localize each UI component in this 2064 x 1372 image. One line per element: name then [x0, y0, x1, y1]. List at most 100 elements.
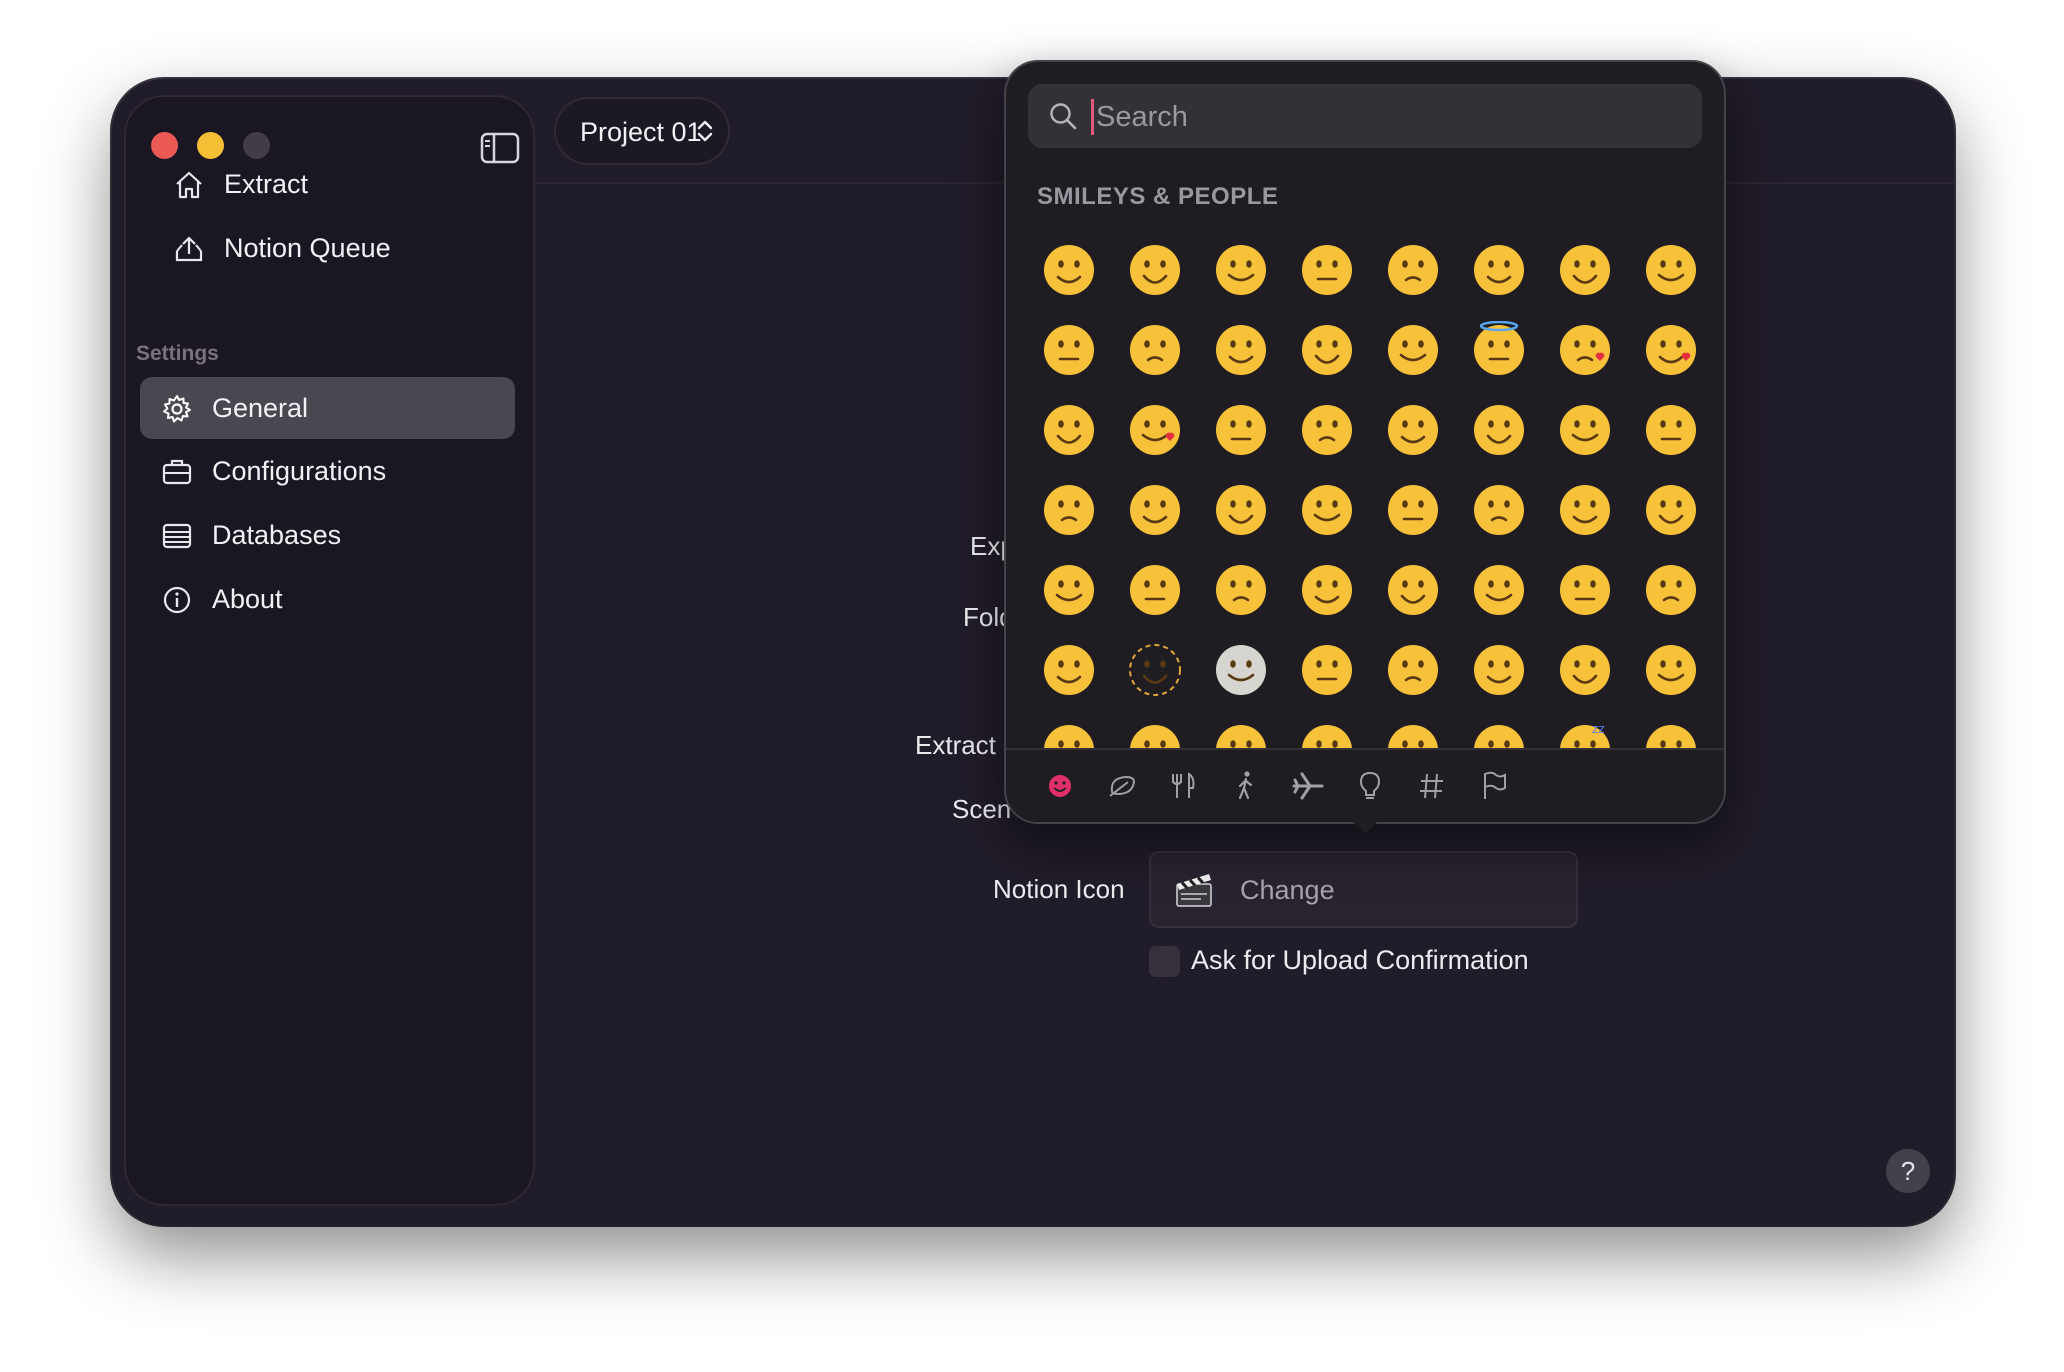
- raised-eyebrow-icon: [1474, 565, 1524, 615]
- emoji-grinning-smiling-eyes[interactable]: [1198, 230, 1284, 310]
- emoji-hand-over-mouth[interactable]: [1542, 470, 1628, 550]
- travel-tab[interactable]: [1290, 768, 1326, 804]
- emoji-rolling-eyes[interactable]: [1456, 630, 1542, 710]
- sidebar-item-configurations[interactable]: Configurations: [140, 440, 515, 502]
- emoji-squinting-face[interactable]: [1370, 230, 1456, 310]
- emoji-saluting-face[interactable]: [1284, 550, 1370, 630]
- zzz-icon: zz: [1592, 722, 1605, 736]
- emoji-expressionless[interactable]: [1628, 550, 1714, 630]
- emoji-grinning-big-eyes[interactable]: [1112, 230, 1198, 310]
- symbols-tab[interactable]: [1414, 768, 1450, 804]
- emoji-slightly-smiling[interactable]: [1026, 310, 1112, 390]
- rolling-eyes-icon: [1474, 645, 1524, 695]
- sidebar-item-notion-queue[interactable]: Notion Queue: [152, 217, 527, 279]
- blowing-kiss-icon: [1130, 405, 1180, 455]
- grinning-sweat-icon: [1474, 245, 1524, 295]
- gear-icon: [163, 395, 191, 423]
- upload-confirmation-checkbox[interactable]: [1149, 946, 1180, 977]
- dotted-line-face-icon: [1129, 644, 1181, 696]
- project-selector-button[interactable]: Project 01: [554, 97, 730, 165]
- slightly-smiling-icon: [1044, 325, 1094, 375]
- emoji-blowing-kiss[interactable]: [1112, 390, 1198, 470]
- smileys-tab[interactable]: [1042, 768, 1078, 804]
- emoji-search-box[interactable]: [1028, 84, 1702, 148]
- symbols-icon: [1420, 773, 1443, 799]
- change-icon-button[interactable]: Change: [1240, 875, 1335, 906]
- emoji-shushing-face[interactable]: [1112, 550, 1198, 630]
- emoji-open-eyes-hand-over-mouth[interactable]: [1628, 470, 1714, 550]
- expressionless-icon: [1646, 565, 1696, 615]
- emoji-no-mouth[interactable]: [1026, 630, 1112, 710]
- emoji-star-struck[interactable]: [1026, 390, 1112, 470]
- emoji-hugging-face[interactable]: [1456, 470, 1542, 550]
- sidebar-item-label: Databases: [212, 520, 342, 550]
- smiling-eyes-icon: [1388, 325, 1438, 375]
- emoji-unamused-face[interactable]: [1370, 630, 1456, 710]
- food-tab[interactable]: [1166, 768, 1202, 804]
- flags-icon: [1484, 771, 1506, 799]
- activity-icon: [1238, 771, 1253, 800]
- sidebar-item-about[interactable]: About: [140, 568, 515, 630]
- rolling-laughing-icon: [1560, 245, 1610, 295]
- emoji-grinning-sweat[interactable]: [1456, 230, 1542, 310]
- emoji-zany-face[interactable]: [1198, 470, 1284, 550]
- emoji-picker-popover: SMILEYS & PEOPLE zz: [1006, 62, 1724, 822]
- zany-face-icon: [1216, 485, 1266, 535]
- emoji-smiling-hearts[interactable]: [1542, 310, 1628, 390]
- emoji-exhaling-face[interactable]: [1628, 630, 1714, 710]
- emoji-search-input[interactable]: [1094, 94, 1688, 140]
- emoji-zipper-mouth[interactable]: [1370, 550, 1456, 630]
- emoji-halo-face[interactable]: [1456, 310, 1542, 390]
- emoji-raised-eyebrow[interactable]: [1456, 550, 1542, 630]
- zipper-mouth-icon: [1388, 565, 1438, 615]
- activity-tab[interactable]: [1228, 768, 1264, 804]
- emoji-grinning-face[interactable]: [1026, 230, 1112, 310]
- emoji-winking-face[interactable]: [1284, 310, 1370, 390]
- emoji-grimacing-face[interactable]: [1542, 630, 1628, 710]
- upside-down-icon: [1130, 325, 1180, 375]
- list-table-icon: [162, 523, 192, 549]
- emoji-kissing-face[interactable]: [1198, 390, 1284, 470]
- emoji-heart-eyes[interactable]: [1628, 310, 1714, 390]
- emoji-upside-down[interactable]: [1112, 310, 1198, 390]
- emoji-dotted-line-face[interactable]: [1112, 630, 1198, 710]
- emoji-smiling-eyes[interactable]: [1370, 310, 1456, 390]
- relaxed-face-icon: [1302, 405, 1352, 455]
- sidebar-item-databases[interactable]: Databases: [140, 504, 515, 566]
- emoji-face-in-clouds[interactable]: [1198, 630, 1284, 710]
- money-mouth-icon: [1388, 485, 1438, 535]
- emoji-holding-back-tears[interactable]: [1542, 390, 1628, 470]
- emoji-relaxed-face[interactable]: [1284, 390, 1370, 470]
- upload-confirmation-label: Ask for Upload Confirmation: [1191, 945, 1529, 975]
- emoji-winking-tongue[interactable]: [1112, 470, 1198, 550]
- emoji-beaming-face[interactable]: [1284, 230, 1370, 310]
- clapper-board-icon: [1176, 874, 1212, 907]
- help-button[interactable]: ?: [1886, 1149, 1930, 1193]
- grinning-big-eyes-icon: [1130, 245, 1180, 295]
- sidebar-item-general[interactable]: General: [140, 377, 515, 439]
- flags-tab[interactable]: [1476, 768, 1512, 804]
- emoji-thinking-face[interactable]: [1198, 550, 1284, 630]
- objects-tab[interactable]: [1352, 768, 1388, 804]
- emoji-squinting-tongue[interactable]: [1284, 470, 1370, 550]
- emoji-rolling-laughing[interactable]: [1542, 230, 1628, 310]
- emoji-grid: zz: [1026, 230, 1716, 810]
- emoji-money-mouth[interactable]: [1370, 470, 1456, 550]
- emoji-tears-of-joy[interactable]: [1628, 230, 1714, 310]
- emoji-kissing-closed-eyes[interactable]: [1370, 390, 1456, 470]
- emoji-savoring-food[interactable]: [1628, 390, 1714, 470]
- sidebar-item-extract[interactable]: Extract: [152, 153, 527, 215]
- info-circle-icon: [163, 586, 191, 614]
- unamused-face-icon: [1388, 645, 1438, 695]
- nature-tab[interactable]: [1104, 768, 1140, 804]
- hugging-face-icon: [1474, 485, 1524, 535]
- emoji-kissing-smiling-eyes[interactable]: [1456, 390, 1542, 470]
- smirking-face-icon: [1302, 645, 1352, 695]
- emoji-melting-face[interactable]: [1198, 310, 1284, 390]
- emoji-neutral-face[interactable]: [1542, 550, 1628, 630]
- emoji-peeking-eye[interactable]: [1026, 550, 1112, 630]
- shushing-face-icon: [1130, 565, 1180, 615]
- notion-icon-field[interactable]: Change: [1149, 851, 1578, 928]
- emoji-face-with-tongue[interactable]: [1026, 470, 1112, 550]
- emoji-smirking-face[interactable]: [1284, 630, 1370, 710]
